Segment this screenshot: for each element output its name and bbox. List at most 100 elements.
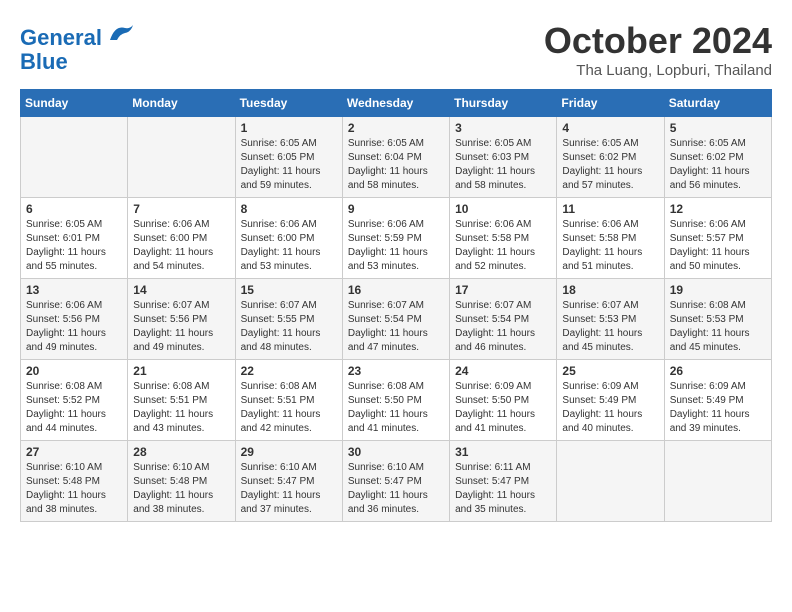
- logo-bird-icon: [105, 20, 135, 45]
- calendar-day-cell: 16 Sunrise: 6:07 AM Sunset: 5:54 PM Dayli…: [342, 279, 449, 360]
- calendar-day-cell: 30 Sunrise: 6:10 AM Sunset: 5:47 PM Dayli…: [342, 441, 449, 522]
- day-number: 7: [133, 202, 229, 216]
- day-info: Sunrise: 6:06 AM Sunset: 5:58 PM Dayligh…: [455, 218, 551, 274]
- day-number: 18: [562, 283, 658, 297]
- calendar-table: SundayMondayTuesdayWednesdayThursdayFrid…: [20, 89, 772, 522]
- month-title: October 2024: [544, 20, 772, 62]
- day-info: Sunrise: 6:09 AM Sunset: 5:50 PM Dayligh…: [455, 380, 551, 436]
- day-number: 3: [455, 121, 551, 135]
- location-subtitle: Tha Luang, Lopburi, Thailand: [544, 62, 772, 79]
- day-info: Sunrise: 6:10 AM Sunset: 5:47 PM Dayligh…: [241, 461, 337, 517]
- day-number: 9: [348, 202, 444, 216]
- day-number: 25: [562, 364, 658, 378]
- day-info: Sunrise: 6:05 AM Sunset: 6:05 PM Dayligh…: [241, 137, 337, 193]
- day-info: Sunrise: 6:06 AM Sunset: 6:00 PM Dayligh…: [241, 218, 337, 274]
- day-info: Sunrise: 6:09 AM Sunset: 5:49 PM Dayligh…: [670, 380, 766, 436]
- day-number: 15: [241, 283, 337, 297]
- calendar-day-cell: 28 Sunrise: 6:10 AM Sunset: 5:48 PM Dayli…: [128, 441, 235, 522]
- day-number: 14: [133, 283, 229, 297]
- day-number: 11: [562, 202, 658, 216]
- day-of-week-header: Monday: [128, 90, 235, 117]
- day-number: 27: [26, 445, 122, 459]
- calendar-day-cell: 2 Sunrise: 6:05 AM Sunset: 6:04 PM Daylig…: [342, 117, 449, 198]
- day-info: Sunrise: 6:05 AM Sunset: 6:02 PM Dayligh…: [562, 137, 658, 193]
- day-of-week-header: Friday: [557, 90, 664, 117]
- day-number: 28: [133, 445, 229, 459]
- day-info: Sunrise: 6:07 AM Sunset: 5:54 PM Dayligh…: [455, 299, 551, 355]
- calendar-day-cell: 4Sunrise: 6:05 AM Sunset: 6:02 PM Daylig…: [557, 117, 664, 198]
- day-info: Sunrise: 6:06 AM Sunset: 6:00 PM Dayligh…: [133, 218, 229, 274]
- day-info: Sunrise: 6:08 AM Sunset: 5:51 PM Dayligh…: [241, 380, 337, 436]
- calendar-week-row: 1Sunrise: 6:05 AM Sunset: 6:05 PM Daylig…: [21, 117, 772, 198]
- calendar-day-cell: 31 Sunrise: 6:11 AM Sunset: 5:47 PM Dayli…: [450, 441, 557, 522]
- calendar-week-row: 20 Sunrise: 6:08 AM Sunset: 5:52 PM Dayli…: [21, 360, 772, 441]
- day-of-week-header: Saturday: [664, 90, 771, 117]
- logo-text: GeneralBlue: [20, 20, 135, 74]
- calendar-header-row: SundayMondayTuesdayWednesdayThursdayFrid…: [21, 90, 772, 117]
- day-number: 10: [455, 202, 551, 216]
- day-info: Sunrise: 6:05 AM Sunset: 6:04 PM Dayligh…: [348, 137, 444, 193]
- calendar-body: 1Sunrise: 6:05 AM Sunset: 6:05 PM Daylig…: [21, 117, 772, 522]
- calendar-week-row: 6 Sunrise: 6:05 AM Sunset: 6:01 PM Daylig…: [21, 198, 772, 279]
- day-of-week-header: Wednesday: [342, 90, 449, 117]
- calendar-day-cell: [664, 441, 771, 522]
- day-number: 2: [348, 121, 444, 135]
- calendar-day-cell: [21, 117, 128, 198]
- day-number: 24: [455, 364, 551, 378]
- day-number: 12: [670, 202, 766, 216]
- day-info: Sunrise: 6:07 AM Sunset: 5:53 PM Dayligh…: [562, 299, 658, 355]
- calendar-week-row: 27 Sunrise: 6:10 AM Sunset: 5:48 PM Dayli…: [21, 441, 772, 522]
- calendar-day-cell: 14 Sunrise: 6:07 AM Sunset: 5:56 PM Dayli…: [128, 279, 235, 360]
- day-number: 30: [348, 445, 444, 459]
- day-info: Sunrise: 6:11 AM Sunset: 5:47 PM Dayligh…: [455, 461, 551, 517]
- day-number: 29: [241, 445, 337, 459]
- day-info: Sunrise: 6:05 AM Sunset: 6:02 PM Dayligh…: [670, 137, 766, 193]
- day-number: 16: [348, 283, 444, 297]
- calendar-day-cell: 9Sunrise: 6:06 AM Sunset: 5:59 PM Daylig…: [342, 198, 449, 279]
- calendar-day-cell: 26 Sunrise: 6:09 AM Sunset: 5:49 PM Dayli…: [664, 360, 771, 441]
- day-info: Sunrise: 6:08 AM Sunset: 5:52 PM Dayligh…: [26, 380, 122, 436]
- day-number: 6: [26, 202, 122, 216]
- calendar-day-cell: 12 Sunrise: 6:06 AM Sunset: 5:57 PM Dayli…: [664, 198, 771, 279]
- day-of-week-header: Tuesday: [235, 90, 342, 117]
- day-info: Sunrise: 6:10 AM Sunset: 5:48 PM Dayligh…: [26, 461, 122, 517]
- calendar-day-cell: 10 Sunrise: 6:06 AM Sunset: 5:58 PM Dayli…: [450, 198, 557, 279]
- day-number: 26: [670, 364, 766, 378]
- day-of-week-header: Thursday: [450, 90, 557, 117]
- day-info: Sunrise: 6:09 AM Sunset: 5:49 PM Dayligh…: [562, 380, 658, 436]
- logo: GeneralBlue: [20, 20, 135, 74]
- day-number: 17: [455, 283, 551, 297]
- day-info: Sunrise: 6:07 AM Sunset: 5:56 PM Dayligh…: [133, 299, 229, 355]
- calendar-week-row: 13Sunrise: 6:06 AM Sunset: 5:56 PM Dayli…: [21, 279, 772, 360]
- day-info: Sunrise: 6:08 AM Sunset: 5:53 PM Dayligh…: [670, 299, 766, 355]
- calendar-day-cell: 27 Sunrise: 6:10 AM Sunset: 5:48 PM Dayli…: [21, 441, 128, 522]
- day-number: 5: [670, 121, 766, 135]
- calendar-day-cell: 29 Sunrise: 6:10 AM Sunset: 5:47 PM Dayli…: [235, 441, 342, 522]
- calendar-day-cell: 6 Sunrise: 6:05 AM Sunset: 6:01 PM Daylig…: [21, 198, 128, 279]
- day-number: 19: [670, 283, 766, 297]
- day-number: 13: [26, 283, 122, 297]
- day-number: 20: [26, 364, 122, 378]
- day-of-week-header: Sunday: [21, 90, 128, 117]
- calendar-day-cell: 22Sunrise: 6:08 AM Sunset: 5:51 PM Dayli…: [235, 360, 342, 441]
- calendar-day-cell: 24 Sunrise: 6:09 AM Sunset: 5:50 PM Dayli…: [450, 360, 557, 441]
- calendar-day-cell: 7 Sunrise: 6:06 AM Sunset: 6:00 PM Daylig…: [128, 198, 235, 279]
- calendar-day-cell: 11 Sunrise: 6:06 AM Sunset: 5:58 PM Dayli…: [557, 198, 664, 279]
- day-info: Sunrise: 6:07 AM Sunset: 5:54 PM Dayligh…: [348, 299, 444, 355]
- calendar-day-cell: 3Sunrise: 6:05 AM Sunset: 6:03 PM Daylig…: [450, 117, 557, 198]
- day-number: 31: [455, 445, 551, 459]
- page-header: GeneralBlue October 2024 Tha Luang, Lopb…: [20, 20, 772, 79]
- day-info: Sunrise: 6:10 AM Sunset: 5:48 PM Dayligh…: [133, 461, 229, 517]
- calendar-day-cell: 25 Sunrise: 6:09 AM Sunset: 5:49 PM Dayli…: [557, 360, 664, 441]
- calendar-day-cell: 20 Sunrise: 6:08 AM Sunset: 5:52 PM Dayli…: [21, 360, 128, 441]
- day-info: Sunrise: 6:06 AM Sunset: 5:58 PM Dayligh…: [562, 218, 658, 274]
- calendar-day-cell: 17 Sunrise: 6:07 AM Sunset: 5:54 PM Dayli…: [450, 279, 557, 360]
- calendar-day-cell: 8Sunrise: 6:06 AM Sunset: 6:00 PM Daylig…: [235, 198, 342, 279]
- day-info: Sunrise: 6:05 AM Sunset: 6:01 PM Dayligh…: [26, 218, 122, 274]
- calendar-day-cell: 1Sunrise: 6:05 AM Sunset: 6:05 PM Daylig…: [235, 117, 342, 198]
- title-block: October 2024 Tha Luang, Lopburi, Thailan…: [544, 20, 772, 79]
- day-number: 21: [133, 364, 229, 378]
- day-info: Sunrise: 6:06 AM Sunset: 5:57 PM Dayligh…: [670, 218, 766, 274]
- day-info: Sunrise: 6:10 AM Sunset: 5:47 PM Dayligh…: [348, 461, 444, 517]
- calendar-day-cell: 23Sunrise: 6:08 AM Sunset: 5:50 PM Dayli…: [342, 360, 449, 441]
